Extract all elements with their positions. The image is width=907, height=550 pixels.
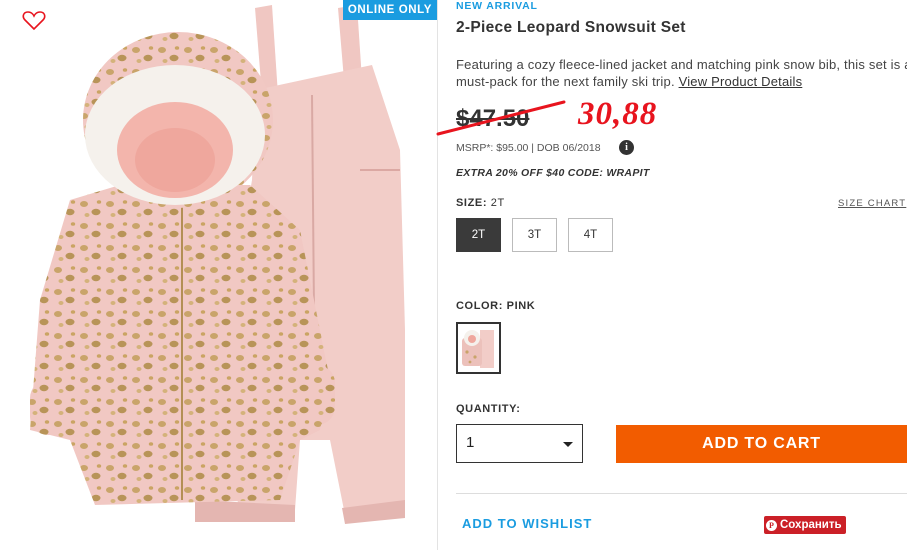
product-title: 2-Piece Leopard Snowsuit Set xyxy=(456,19,686,36)
quantity-value: 1 xyxy=(466,434,475,451)
heart-outline-icon[interactable] xyxy=(22,9,46,31)
product-description: Featuring a cozy fleece-lined jacket and… xyxy=(456,56,907,90)
view-product-details-link[interactable]: View Product Details xyxy=(679,74,803,89)
size-option-3t[interactable]: 3T xyxy=(512,218,557,252)
pinterest-save-label: Сохранить xyxy=(780,519,842,531)
online-only-badge: ONLINE ONLY xyxy=(342,0,437,20)
new-arrival-tag: NEW ARRIVAL xyxy=(456,0,538,12)
size-label: SIZE: 2T xyxy=(456,197,505,209)
product-image-panel: ONLINE ONLY xyxy=(0,0,438,550)
size-option-2t[interactable]: 2T xyxy=(456,218,501,252)
add-to-cart-button[interactable]: ADD TO CART xyxy=(616,425,907,463)
pinterest-icon: P xyxy=(766,519,777,531)
pinterest-save-button[interactable]: P Сохранить xyxy=(764,516,846,534)
product-photo[interactable] xyxy=(0,0,438,550)
quantity-label: QUANTITY: xyxy=(456,403,521,415)
msrp-text: MSRP*: $95.00 | DOB 06/2018 xyxy=(456,142,601,154)
size-chart-link[interactable]: SIZE CHART xyxy=(838,198,906,209)
promo-code-text: EXTRA 20% OFF $40 CODE: WRAPIT xyxy=(456,167,650,179)
info-icon[interactable]: i xyxy=(619,140,634,155)
selected-size-value: 2T xyxy=(490,197,505,209)
old-price: $47.50 xyxy=(456,105,530,132)
size-option-4t[interactable]: 4T xyxy=(568,218,613,252)
product-details: NEW ARRIVAL 2-Piece Leopard Snowsuit Set… xyxy=(436,0,907,550)
color-label: COLOR: PINK xyxy=(456,300,536,312)
add-to-wishlist-link[interactable]: ADD TO WISHLIST xyxy=(462,516,592,531)
section-divider xyxy=(456,493,907,494)
size-label-title: SIZE: xyxy=(456,197,488,209)
caret-down-icon xyxy=(563,442,573,447)
handwritten-price-annotation: 30,88 xyxy=(578,96,658,132)
swatch-thumbnail xyxy=(462,330,494,368)
color-swatch-pink[interactable] xyxy=(456,322,501,374)
quantity-dropdown[interactable]: 1 xyxy=(456,424,583,463)
